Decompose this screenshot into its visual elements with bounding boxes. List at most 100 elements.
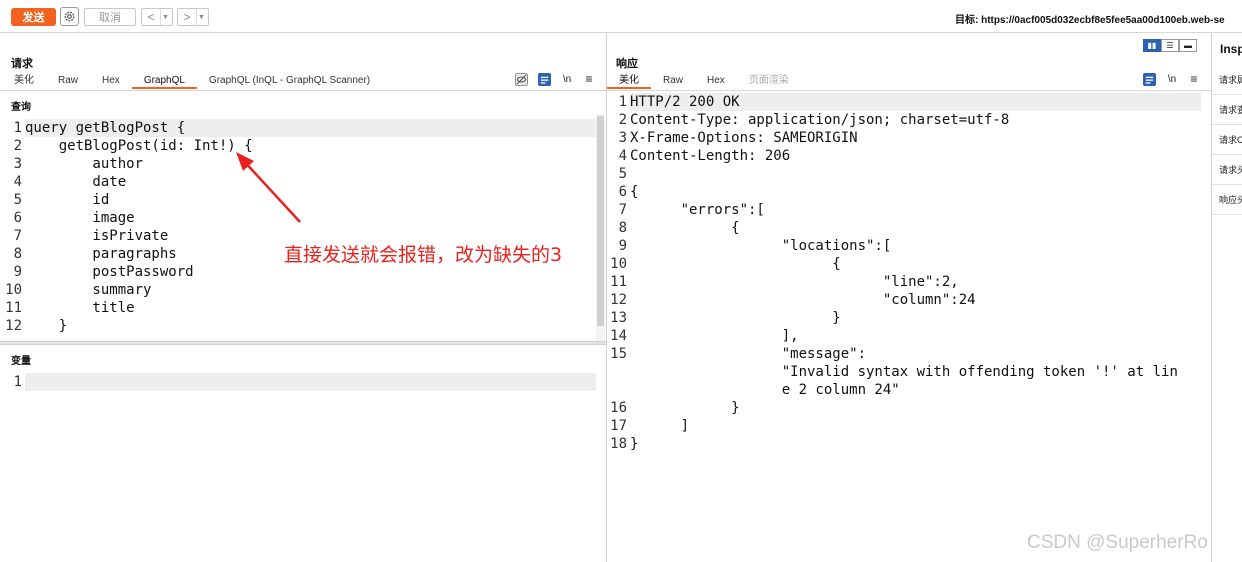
code-line: 18} bbox=[609, 435, 1201, 453]
tab-response-raw[interactable]: Raw bbox=[651, 73, 695, 89]
inspector-item-request-cookie[interactable]: 请求Cookie bbox=[1212, 125, 1242, 155]
code-line: 6{ bbox=[609, 183, 1201, 201]
line-number: 18 bbox=[610, 436, 627, 452]
line-text: { bbox=[630, 256, 841, 272]
line-text: Content-Type: application/json; charset=… bbox=[630, 112, 1010, 128]
code-line: 10 summary bbox=[4, 281, 596, 299]
code-line: 10 { bbox=[609, 255, 1201, 273]
back-arrow-icon[interactable]: < bbox=[142, 9, 160, 25]
line-number: 10 bbox=[610, 256, 627, 272]
line-text: HTTP/2 200 OK bbox=[630, 93, 1201, 111]
line-number: 4 bbox=[618, 148, 627, 164]
inspector-title: Insp bbox=[1220, 42, 1242, 56]
response-format-icon[interactable] bbox=[1142, 72, 1156, 86]
line-number: 15 bbox=[610, 346, 627, 362]
line-number: 10 bbox=[5, 282, 22, 298]
variables-label: 变量 bbox=[11, 356, 31, 367]
line-number: 5 bbox=[13, 192, 22, 208]
forward-nav[interactable]: > ▼ bbox=[177, 8, 209, 26]
line-number: 13 bbox=[610, 310, 627, 326]
line-number: 4 bbox=[13, 174, 22, 190]
line-text: Content-Length: 206 bbox=[630, 148, 791, 164]
tabs-layout-icon[interactable]: ▬ bbox=[1179, 39, 1197, 52]
line-text: } bbox=[25, 318, 68, 334]
code-line: "Invalid syntax with offending token '!'… bbox=[609, 363, 1201, 381]
line-number: 16 bbox=[610, 400, 627, 416]
watermark: CSDN @SuperherRo bbox=[1027, 532, 1208, 553]
code-line: 11 title bbox=[4, 299, 596, 317]
request-title: 请求 bbox=[11, 58, 33, 70]
code-line: 1 HTTP/2 200 OK bbox=[609, 93, 1201, 111]
line-text: "errors":[ bbox=[630, 202, 765, 218]
inspector-item-response-headers[interactable]: 响应头 bbox=[1212, 185, 1242, 215]
line-text: X-Frame-Options: SAMEORIGIN bbox=[630, 130, 858, 146]
line-text: e 2 column 24" bbox=[630, 382, 900, 398]
code-line: e 2 column 24" bbox=[609, 381, 1201, 399]
line-text: "column":24 bbox=[630, 292, 976, 308]
panel-divider[interactable] bbox=[606, 33, 607, 562]
forward-dropdown-icon[interactable]: ▼ bbox=[196, 9, 206, 25]
message-format-icon[interactable] bbox=[537, 72, 551, 86]
top-toolbar: 发送 取消 < ▼ > ▼ 目标: https://0acf005d032ecb… bbox=[0, 0, 1242, 33]
line-number: 1 bbox=[13, 120, 22, 136]
line-text: summary bbox=[25, 282, 152, 298]
code-line: 13 } bbox=[609, 309, 1201, 327]
line-text: "message": bbox=[630, 346, 867, 362]
tab-request-raw[interactable]: Raw bbox=[46, 73, 90, 89]
back-nav[interactable]: < ▼ bbox=[141, 8, 173, 26]
gear-icon bbox=[64, 11, 75, 22]
tab-response-render[interactable]: 页面渲染 bbox=[737, 73, 801, 89]
line-text: "Invalid syntax with offending token '!'… bbox=[630, 364, 1178, 380]
code-line: 9 "locations":[ bbox=[609, 237, 1201, 255]
hide-eye-icon[interactable] bbox=[514, 72, 528, 86]
line-text: } bbox=[630, 436, 639, 452]
line-text: id bbox=[25, 192, 110, 208]
tab-request-graphql[interactable]: GraphQL bbox=[131, 73, 197, 89]
inspector-item-request-headers[interactable]: 请求头 bbox=[1212, 155, 1242, 185]
split-vertical-icon[interactable]: ☰ bbox=[1161, 39, 1179, 52]
variables-editor[interactable]: 1 bbox=[4, 373, 596, 393]
line-number: 9 bbox=[13, 264, 22, 280]
line-number: 7 bbox=[13, 228, 22, 244]
query-variables-splitter[interactable] bbox=[0, 341, 606, 345]
tab-request-hex[interactable]: Hex bbox=[90, 73, 132, 89]
code-line: 8 { bbox=[609, 219, 1201, 237]
response-tabs: 美化 Raw Hex 页面渲染 bbox=[607, 73, 801, 89]
response-tab-underline bbox=[607, 90, 1211, 91]
code-line: 17 ] bbox=[609, 417, 1201, 435]
line-number: 2 bbox=[618, 112, 627, 128]
cancel-button[interactable]: 取消 bbox=[84, 8, 136, 26]
menu-icon[interactable]: ≡ bbox=[582, 72, 596, 86]
target-url[interactable]: 目标: https://0acf005d032ecbf8e5fee5aa00d1… bbox=[955, 11, 1225, 26]
forward-arrow-icon[interactable]: > bbox=[178, 9, 196, 25]
tab-request-inql[interactable]: GraphQL (InQL - GraphQL Scanner) bbox=[197, 73, 382, 89]
line-text: "locations":[ bbox=[630, 238, 892, 254]
line-text: getBlogPost(id: Int!) { bbox=[25, 138, 253, 154]
response-menu-icon[interactable]: ≡ bbox=[1187, 72, 1201, 86]
line-number: 11 bbox=[610, 274, 627, 290]
line-text: query getBlogPost { bbox=[25, 119, 596, 137]
tab-response-pretty[interactable]: 美化 bbox=[607, 73, 651, 89]
split-horizontal-icon[interactable]: ▮▮ bbox=[1143, 39, 1161, 52]
inspector-item-request-query[interactable]: 请求查询参数 bbox=[1212, 95, 1242, 125]
inspector-item-request-attributes[interactable]: 请求属性 bbox=[1212, 65, 1242, 95]
line-text: date bbox=[25, 174, 127, 190]
back-dropdown-icon[interactable]: ▼ bbox=[160, 9, 170, 25]
line-number: 14 bbox=[610, 328, 627, 344]
settings-button[interactable] bbox=[60, 7, 79, 26]
line-text: "line":2, bbox=[630, 274, 959, 290]
line-number: 5 bbox=[618, 166, 627, 182]
line-number: 6 bbox=[13, 210, 22, 226]
tab-request-pretty[interactable]: 美化 bbox=[2, 73, 46, 89]
tab-response-hex[interactable]: Hex bbox=[695, 73, 737, 89]
response-editor[interactable]: 1 HTTP/2 200 OK 2 Content-Type: application… bbox=[609, 93, 1201, 533]
code-line: 1 bbox=[4, 373, 596, 391]
send-button[interactable]: 发送 bbox=[11, 8, 56, 26]
line-text: { bbox=[630, 220, 740, 236]
layout-toggle[interactable]: ▮▮ ☰ ▬ bbox=[1143, 39, 1197, 52]
line-number: 1 bbox=[13, 374, 22, 390]
newline-toggle-icon[interactable]: \n bbox=[560, 72, 574, 86]
line-text: } bbox=[630, 310, 841, 326]
response-newline-icon[interactable]: \n bbox=[1165, 72, 1179, 86]
query-scroll-thumb[interactable] bbox=[597, 116, 604, 326]
